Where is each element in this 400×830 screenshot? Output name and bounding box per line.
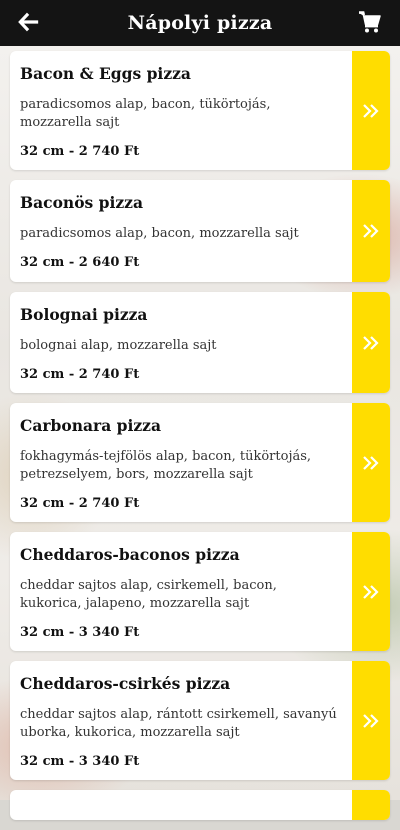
item-price: 32 cm - 3 340 Ft <box>20 625 140 640</box>
list-item-partial[interactable] <box>10 790 390 820</box>
open-item-button[interactable] <box>352 403 390 522</box>
double-chevron-right-icon <box>363 584 379 599</box>
open-item-button[interactable] <box>352 180 390 282</box>
arrow-left-icon[interactable] <box>18 11 40 33</box>
item-price: 32 cm - 2 640 Ft <box>20 255 140 270</box>
open-item-button[interactable] <box>352 51 390 170</box>
double-chevron-right-icon <box>363 335 379 350</box>
shopping-cart-icon[interactable] <box>358 10 382 34</box>
open-item-button[interactable] <box>352 292 390 393</box>
double-chevron-right-icon <box>363 455 379 470</box>
pizza-list: Bacon & Eggs pizza paradicsomos alap, ba… <box>10 51 390 830</box>
double-chevron-right-icon <box>363 713 379 728</box>
item-description: fokhagymás-tejfölös alap, bacon, tükörto… <box>20 449 312 482</box>
item-description: cheddar sajtos alap, csirkemell, bacon, … <box>20 578 277 611</box>
list-item[interactable]: Cheddaros-csirkés pizza cheddar sajtos a… <box>10 661 390 780</box>
double-chevron-right-icon <box>363 103 379 118</box>
item-price: 32 cm - 2 740 Ft <box>20 367 140 382</box>
item-name: Cheddaros-baconos pizza <box>20 545 240 564</box>
open-item-button[interactable] <box>352 661 390 780</box>
list-item[interactable]: Bacon & Eggs pizza paradicsomos alap, ba… <box>10 51 390 170</box>
item-description: cheddar sajtos alap, rántott csirkemell,… <box>20 707 337 740</box>
item-description: paradicsomos alap, bacon, tükörtojás, mo… <box>20 97 271 130</box>
open-item-button[interactable] <box>352 790 390 820</box>
item-price: 32 cm - 3 340 Ft <box>20 754 140 769</box>
app-header: Nápolyi pizza <box>0 0 400 46</box>
page-title: Nápolyi pizza <box>127 12 273 34</box>
list-item[interactable]: Baconös pizza paradicsomos alap, bacon, … <box>10 180 390 282</box>
item-description: bolognai alap, mozzarella sajt <box>20 338 217 353</box>
item-name: Bolognai pizza <box>20 305 148 324</box>
open-item-button[interactable] <box>352 532 390 651</box>
item-name: Bacon & Eggs pizza <box>20 64 191 83</box>
item-name: Cheddaros-csirkés pizza <box>20 674 231 693</box>
list-item[interactable]: Carbonara pizza fokhagymás-tejfölös alap… <box>10 403 390 522</box>
item-name: Baconös pizza <box>20 193 144 212</box>
double-chevron-right-icon <box>363 224 379 238</box>
item-description: paradicsomos alap, bacon, mozzarella saj… <box>20 226 299 241</box>
item-price: 32 cm - 2 740 Ft <box>20 496 140 511</box>
item-name: Carbonara pizza <box>20 416 162 435</box>
item-price: 32 cm - 2 740 Ft <box>20 144 140 159</box>
list-item[interactable]: Cheddaros-baconos pizza cheddar sajtos a… <box>10 532 390 651</box>
list-item[interactable]: Bolognai pizza bolognai alap, mozzarella… <box>10 292 390 393</box>
